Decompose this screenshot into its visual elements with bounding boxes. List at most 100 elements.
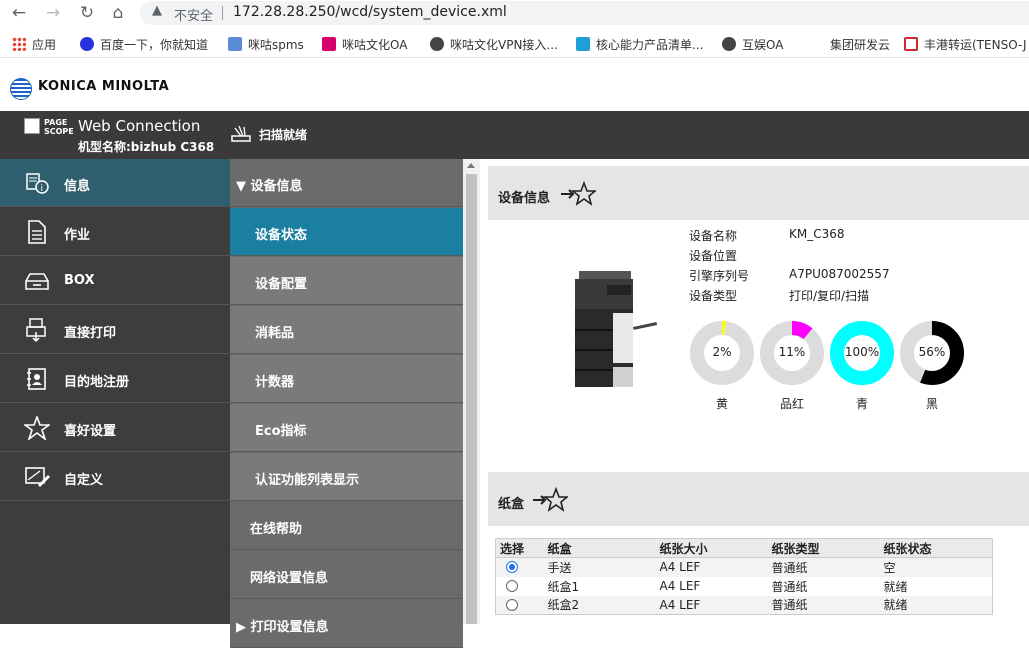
- subnav-online-help[interactable]: 在线帮助: [230, 502, 463, 550]
- subnav-label: ▼ 设备信息: [236, 179, 303, 194]
- subnav-auth-list[interactable]: 认证功能列表显示: [230, 453, 463, 501]
- nav-label: 直接打印: [64, 326, 117, 341]
- nav-item-box[interactable]: BOX: [0, 257, 230, 305]
- security-label: 不安全: [174, 9, 214, 24]
- bookmark-products[interactable]: 核心能力产品清单...: [576, 36, 703, 52]
- table-row: 纸盒1 A4 LEF 普通纸 就绪: [496, 577, 993, 596]
- nav-item-favorites[interactable]: 喜好设置: [0, 404, 230, 452]
- doc-icon: [576, 37, 590, 51]
- toner-percent: 2%: [712, 345, 732, 359]
- main-nav: i 信息 作业 BOX 直接打印 目的地注册 喜好设置 自定义: [0, 159, 230, 624]
- nav-item-info[interactable]: i 信息: [0, 159, 230, 207]
- tray-name: 纸盒1: [547, 579, 580, 594]
- app-title: Web Connection: [78, 117, 201, 135]
- scanner-icon: [231, 125, 251, 142]
- nav-label: 信息: [64, 179, 91, 194]
- subnav-label: ▶ 打印设置信息: [236, 620, 329, 635]
- bookmark-apps[interactable]: 应用: [12, 36, 56, 52]
- subnav-label: 在线帮助: [250, 522, 303, 537]
- column-header: 选择: [495, 538, 544, 558]
- subnav-label: 认证功能列表显示: [255, 473, 360, 488]
- paper-type: 普通纸: [771, 579, 808, 594]
- subnav-label: 计数器: [255, 375, 295, 390]
- tray-name: 纸盒2: [543, 595, 656, 615]
- customize-icon: [25, 467, 50, 487]
- svg-text:i: i: [41, 184, 44, 194]
- table-header-row: 选择 纸盒 纸张大小 纸张类型 纸张状态: [495, 538, 993, 558]
- divider: [222, 6, 223, 20]
- reload-icon[interactable]: ↻: [76, 2, 98, 24]
- toner-label: 品红: [779, 397, 804, 411]
- field-label: 设备名称: [689, 229, 738, 243]
- brand-name: KONICA MINOLTA: [38, 79, 170, 94]
- scrollbar[interactable]: [463, 159, 480, 624]
- scan-status: 扫描就绪: [259, 128, 308, 142]
- subnav-label: Eco指标: [255, 424, 307, 439]
- toner-percent: 56%: [918, 345, 946, 359]
- bookmark-baidu[interactable]: 百度一下，你就知道: [80, 36, 208, 52]
- subnav-print-settings[interactable]: ▶ 打印设置信息: [230, 600, 463, 648]
- globe-logo-icon: [10, 78, 32, 100]
- subnav-network-info[interactable]: 网络设置信息: [230, 551, 463, 599]
- bookmark-spms[interactable]: 咪咕spms: [228, 36, 304, 52]
- field-value: KM_C368: [789, 227, 845, 241]
- subnav-device-config[interactable]: 设备配置: [230, 257, 463, 305]
- bookmark-migu-oa[interactable]: 咪咕文化OA: [322, 36, 407, 52]
- nav-item-customize[interactable]: 自定义: [0, 453, 230, 501]
- column-header: 纸张大小: [655, 538, 768, 558]
- tray-radio[interactable]: [506, 598, 518, 611]
- select-cell: [495, 595, 544, 615]
- subnav-device-status[interactable]: 设备状态: [230, 208, 463, 256]
- bookmark-vpn[interactable]: 咪咕文化VPN接入...: [430, 36, 558, 52]
- subnav-eco[interactable]: Eco指标: [230, 404, 463, 452]
- direct-print-icon: [26, 318, 46, 342]
- subnav-label: 消耗品: [255, 326, 295, 341]
- paper-size: A4 LEF: [659, 579, 701, 593]
- table-row: 纸盒2 A4 LEF 普通纸 就绪: [495, 595, 993, 615]
- field-value: A7PU087002557: [789, 267, 890, 281]
- home-icon[interactable]: ⌂: [107, 2, 129, 24]
- add-favorite-star-icon[interactable]: [532, 487, 568, 513]
- nav-item-address[interactable]: 目的地注册: [0, 355, 230, 403]
- tray-radio[interactable]: [506, 561, 518, 574]
- bookmark-tenso[interactable]: 丰港转运(TENSO-J: [904, 36, 1027, 52]
- migu-icon: [322, 37, 336, 51]
- bookmark-cloud[interactable]: 集团研发云: [810, 36, 890, 52]
- printer-device-image: [575, 271, 658, 387]
- globe-icon: [430, 37, 444, 51]
- forward-icon[interactable]: →: [42, 2, 64, 24]
- tenso-icon: [904, 37, 918, 51]
- tray-radio[interactable]: [506, 580, 518, 592]
- scroll-up-arrow-icon[interactable]: [467, 163, 475, 168]
- back-icon[interactable]: ←: [8, 2, 30, 24]
- toner-percent: 11%: [778, 345, 806, 359]
- info-icon: i: [26, 173, 49, 194]
- model-name: 机型名称:bizhub C368: [78, 140, 215, 154]
- url-text[interactable]: 172.28.28.250/wcd/system_device.xml: [233, 4, 507, 20]
- field-label: 引擎序列号: [689, 269, 750, 283]
- subnav-label: 设备配置: [255, 277, 308, 292]
- select-cell: [495, 557, 544, 577]
- pagescope-text: PAGE SCOPE: [44, 118, 74, 136]
- nav-item-direct-print[interactable]: 直接打印: [0, 306, 230, 354]
- add-favorite-star-icon[interactable]: [560, 181, 596, 207]
- paper-size: A4 LEF: [655, 595, 768, 615]
- subnav-counter[interactable]: 计数器: [230, 355, 463, 403]
- bookmarks-bar: 应用 百度一下，你就知道 咪咕spms 咪咕文化OA 咪咕文化VPN接入... …: [0, 30, 1029, 58]
- subnav-consumables[interactable]: 消耗品: [230, 306, 463, 354]
- toner-gauge-yellow: 2%: [689, 320, 755, 386]
- address-bar[interactable]: ▲ 不安全 172.28.28.250/wcd/system_device.xm…: [140, 1, 1029, 25]
- tray-name: 手送: [543, 557, 656, 577]
- nav-item-job[interactable]: 作业: [0, 208, 230, 256]
- device-info-header: 设备信息: [488, 166, 1029, 220]
- baidu-paw-icon: [80, 37, 94, 51]
- nav-label: BOX: [64, 273, 95, 288]
- scroll-thumb[interactable]: [466, 174, 477, 624]
- nav-label: 喜好设置: [64, 424, 117, 439]
- bookmark-huyu-oa[interactable]: 互娱OA: [722, 36, 783, 52]
- subnav-device-info[interactable]: ▼ 设备信息: [230, 159, 463, 207]
- main-content: 设备信息 设备名称 KM_C368 设备位置 引擎序列号 A7PU0870025…: [480, 159, 1029, 624]
- paper-status: 空: [879, 557, 993, 577]
- paper-size: A4 LEF: [655, 557, 768, 577]
- pagescope-logo: PAGE SCOPE: [24, 118, 74, 138]
